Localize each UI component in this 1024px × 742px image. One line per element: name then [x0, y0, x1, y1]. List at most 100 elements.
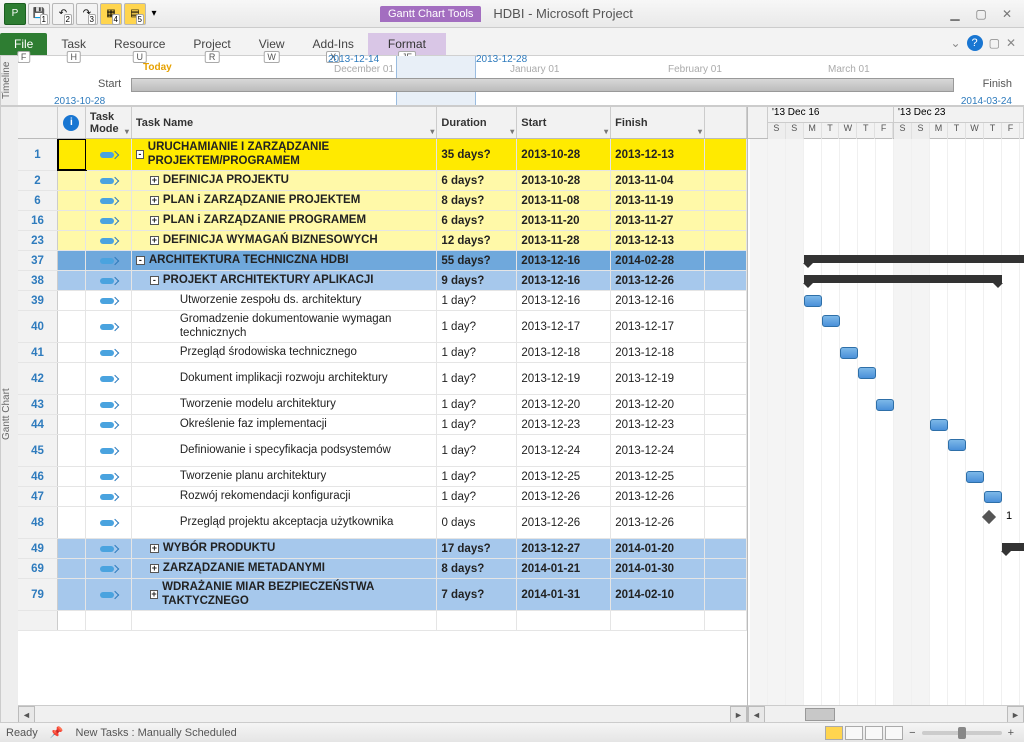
cell-finish[interactable]: 2014-02-10: [611, 579, 705, 610]
cell-extra[interactable]: [705, 171, 747, 190]
cell-extra[interactable]: [705, 559, 747, 578]
table-row[interactable]: 40Gromadzenie dokumentowanie wymagan tec…: [18, 311, 747, 343]
ribbon-expand-icon[interactable]: ▢: [989, 36, 1000, 50]
chart-scroll-right-icon[interactable]: ►: [1007, 706, 1024, 722]
row-id[interactable]: 69: [18, 559, 58, 578]
cell-info[interactable]: [58, 487, 86, 506]
tab-format[interactable]: FormatJF: [368, 33, 446, 55]
zoom-out-icon[interactable]: −: [905, 727, 919, 739]
help-icon[interactable]: ?: [967, 35, 983, 51]
cell-start[interactable]: 2013-10-28: [517, 139, 611, 170]
cell-duration[interactable]: 1 day?: [437, 415, 517, 434]
col-start[interactable]: Start▾: [517, 107, 611, 138]
cell-task-name[interactable]: Utworzenie zespołu ds. architektury: [132, 291, 438, 310]
view-usage-icon[interactable]: [845, 726, 863, 740]
expand-icon[interactable]: +: [150, 196, 159, 205]
task-bar[interactable]: [822, 315, 840, 327]
cell-mode[interactable]: [86, 343, 132, 362]
summary-bar[interactable]: [1002, 543, 1024, 551]
minimize-icon[interactable]: ▁: [946, 7, 964, 21]
cell-mode[interactable]: [86, 139, 132, 170]
cell-mode[interactable]: [86, 395, 132, 414]
summary-bar[interactable]: [804, 275, 1002, 283]
cell-extra[interactable]: [705, 311, 747, 342]
table-row[interactable]: 69+ZARZĄDZANIE METADANYMI8 days?2014-01-…: [18, 559, 747, 579]
cell-extra[interactable]: [705, 231, 747, 250]
cell-finish[interactable]: 2013-11-19: [611, 191, 705, 210]
cell-info[interactable]: [58, 435, 86, 466]
app-icon[interactable]: P: [4, 3, 26, 25]
cell-info[interactable]: [58, 415, 86, 434]
cell-finish[interactable]: 2013-12-23: [611, 415, 705, 434]
task-bar[interactable]: [966, 471, 984, 483]
row-id[interactable]: 43: [18, 395, 58, 414]
cell-start[interactable]: 2013-12-26: [517, 507, 611, 538]
qat-undo[interactable]: ↶2: [52, 3, 74, 25]
row-id[interactable]: 6: [18, 191, 58, 210]
cell-start[interactable]: 2013-12-20: [517, 395, 611, 414]
cell-task-name[interactable]: +DEFINICJA WYMAGAŃ BIZNESOWYCH: [132, 231, 438, 250]
table-row[interactable]: 1-URUCHAMIANIE I ZARZĄDZANIE PROJEKTEM/P…: [18, 139, 747, 171]
cell-extra[interactable]: [705, 487, 747, 506]
cell-task-name[interactable]: +DEFINICJA PROJEKTU: [132, 171, 438, 190]
cell-duration[interactable]: 6 days?: [437, 171, 517, 190]
grid-hscroll[interactable]: ◄ ►: [18, 705, 747, 722]
cell-info[interactable]: [58, 579, 86, 610]
table-row[interactable]: 38-PROJEKT ARCHITEKTURY APLIKACJI9 days?…: [18, 271, 747, 291]
cell-finish[interactable]: 2013-12-17: [611, 311, 705, 342]
row-id[interactable]: 79: [18, 579, 58, 610]
cell-info[interactable]: [58, 191, 86, 210]
table-row[interactable]: 79+WDRAŻANIE MIAR BEZPIECZEŃSTWA TAKTYCZ…: [18, 579, 747, 611]
table-row[interactable]: 43Tworzenie modelu architektury1 day?201…: [18, 395, 747, 415]
row-id[interactable]: 2: [18, 171, 58, 190]
cell-finish[interactable]: 2013-11-04: [611, 171, 705, 190]
cell-start[interactable]: 2013-12-17: [517, 311, 611, 342]
cell-task-name[interactable]: Tworzenie modelu architektury: [132, 395, 438, 414]
scroll-left-icon[interactable]: ◄: [18, 706, 35, 722]
cell-task-name[interactable]: +PLAN i ZARZĄDZANIE PROJEKTEM: [132, 191, 438, 210]
row-id[interactable]: 41: [18, 343, 58, 362]
cell-task-name[interactable]: Definiowanie i specyfikacja podsystemów: [132, 435, 438, 466]
qat-btn-5[interactable]: ▤5: [124, 3, 146, 25]
cell-mode[interactable]: [86, 539, 132, 558]
cell-duration[interactable]: 1 day?: [437, 311, 517, 342]
expand-icon[interactable]: +: [150, 176, 159, 185]
timeline-label[interactable]: Timeline: [0, 56, 18, 105]
cell-duration[interactable]: 6 days?: [437, 211, 517, 230]
cell-duration[interactable]: 1 day?: [437, 363, 517, 394]
tab-view[interactable]: ViewW: [245, 33, 299, 55]
cell-finish[interactable]: 2014-01-20: [611, 539, 705, 558]
cell-mode[interactable]: [86, 435, 132, 466]
cell-extra[interactable]: [705, 251, 747, 270]
cell-extra[interactable]: [705, 435, 747, 466]
timeline-bar[interactable]: [131, 78, 954, 92]
cell-mode[interactable]: [86, 171, 132, 190]
view-team-icon[interactable]: [865, 726, 883, 740]
cell-extra[interactable]: [705, 395, 747, 414]
expand-icon[interactable]: +: [150, 236, 159, 245]
maximize-icon[interactable]: ▢: [972, 7, 990, 21]
table-row[interactable]: 48Przegląd projektu akceptacja użytkowni…: [18, 507, 747, 539]
task-bar[interactable]: [948, 439, 966, 451]
cell-duration[interactable]: 8 days?: [437, 191, 517, 210]
cell-mode[interactable]: [86, 559, 132, 578]
cell-start[interactable]: 2013-12-26: [517, 487, 611, 506]
task-bar[interactable]: [858, 367, 876, 379]
cell-start[interactable]: 2013-12-25: [517, 467, 611, 486]
cell-finish[interactable]: 2013-12-26: [611, 507, 705, 538]
cell-start[interactable]: 2013-12-18: [517, 343, 611, 362]
col-duration[interactable]: Duration▾: [437, 107, 517, 138]
row-id[interactable]: 46: [18, 467, 58, 486]
cell-duration[interactable]: 0 days: [437, 507, 517, 538]
expand-icon[interactable]: +: [150, 590, 158, 599]
cell-info[interactable]: [58, 395, 86, 414]
task-bar[interactable]: [984, 491, 1002, 503]
cell-extra[interactable]: [705, 271, 747, 290]
tab-resource[interactable]: ResourceU: [100, 33, 179, 55]
cell-extra[interactable]: [705, 291, 747, 310]
cell-info[interactable]: [58, 539, 86, 558]
tab-addins[interactable]: Add-InsX: [299, 33, 368, 55]
cell-info[interactable]: [58, 171, 86, 190]
cell-finish[interactable]: 2013-12-19: [611, 363, 705, 394]
expand-icon[interactable]: +: [150, 564, 159, 573]
